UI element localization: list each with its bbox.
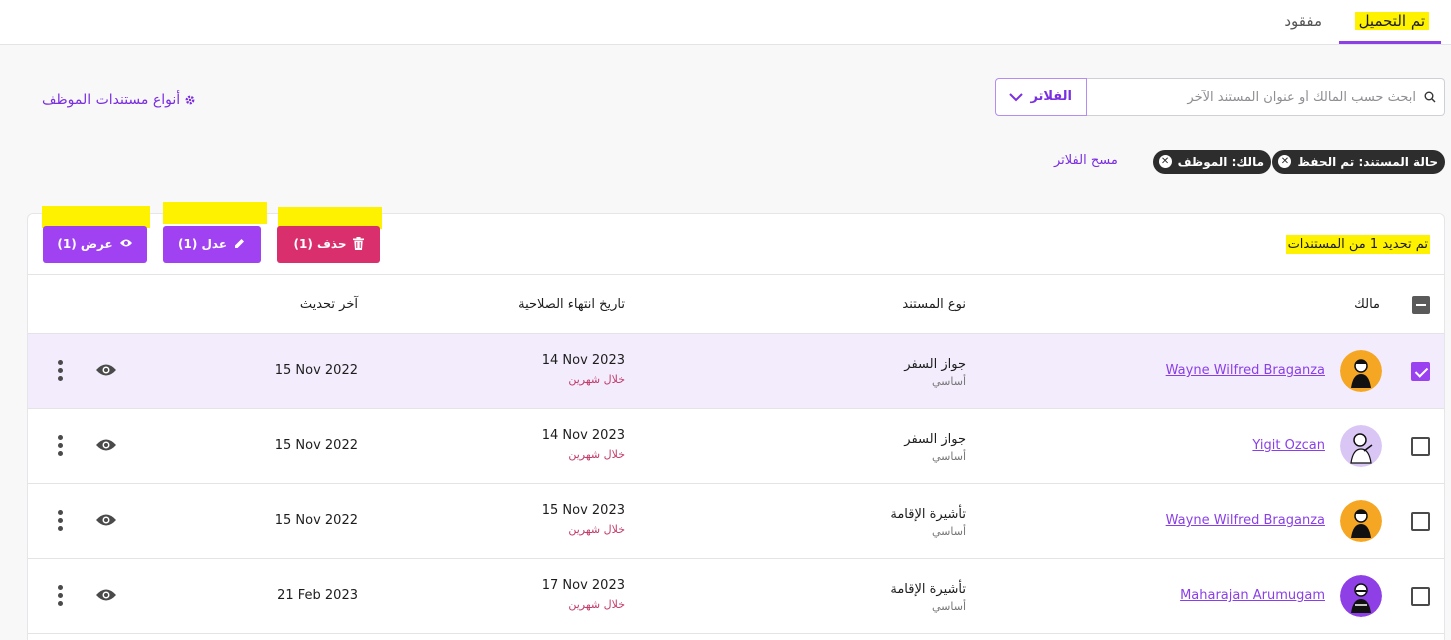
header-updated: آخر تحديث xyxy=(299,297,358,312)
edit-button[interactable]: عدل (1) xyxy=(163,226,261,263)
highlight-mark xyxy=(163,202,267,224)
last-updated: 15 Nov 2022 xyxy=(274,438,358,453)
table-row[interactable]: Wayne Wilfred Braganza جواز السفر أساسي 1… xyxy=(28,334,1444,409)
owner-link[interactable]: Maharajan Arumugam xyxy=(1180,588,1325,603)
eye-icon xyxy=(119,239,132,247)
expiry-cell: 14 Nov 2023 خلال شهرين xyxy=(542,428,625,461)
gear-icon xyxy=(185,95,195,105)
row-checkbox[interactable] xyxy=(1411,587,1430,606)
view-button[interactable]: عرض (1) xyxy=(43,226,147,263)
row-checkbox[interactable] xyxy=(1411,362,1430,381)
avatar-illustration xyxy=(1340,425,1382,467)
chevron-down-icon xyxy=(1009,93,1023,102)
delete-button[interactable]: حذف (1) xyxy=(277,226,380,263)
chip-owner-label: مالك: الموظف xyxy=(1177,155,1264,169)
employee-doc-types-link[interactable]: أنواع مستندات الموظف xyxy=(42,92,196,108)
filters-dropdown[interactable]: الفلاتر xyxy=(995,78,1087,116)
expiry-cell: 14 Nov 2023 خلال شهرين xyxy=(542,353,625,386)
table-row[interactable]: Maharajan Arumugam تأشيرة الإقامة أساسي 1… xyxy=(28,559,1444,634)
tab-uploaded[interactable]: تم التحميل xyxy=(1354,10,1429,32)
avatar xyxy=(1340,575,1382,617)
close-icon[interactable]: ✕ xyxy=(1278,155,1292,168)
header-owner: مالك xyxy=(1354,297,1380,312)
row-checkbox[interactable] xyxy=(1411,512,1430,531)
expiry-cell: 17 Nov 2023 خلال شهرين xyxy=(542,578,625,611)
expiry-note: خلال شهرين xyxy=(568,373,625,386)
expiry-note: خلال شهرين xyxy=(568,448,625,461)
doc-type-cell: جواز السفر أساسي xyxy=(904,432,966,463)
tab-missing[interactable]: مفقود xyxy=(1284,10,1322,32)
owner-link[interactable]: Wayne Wilfred Braganza xyxy=(1166,513,1325,528)
search-box xyxy=(1086,78,1445,116)
last-updated: 15 Nov 2022 xyxy=(274,363,358,378)
expiry-date: 14 Nov 2023 xyxy=(541,428,625,443)
delete-button-label: حذف (1) xyxy=(293,237,347,251)
active-tab-indicator xyxy=(1339,41,1441,44)
eye-icon[interactable] xyxy=(95,362,117,378)
view-button-label: عرض (1) xyxy=(57,237,113,251)
expiry-note: خلال شهرين xyxy=(568,523,625,536)
more-options-icon[interactable] xyxy=(58,510,64,532)
selected-count-text: تم تحديد 1 من المستندات xyxy=(1285,235,1430,254)
search-input[interactable] xyxy=(1096,79,1416,115)
search-icon xyxy=(1424,91,1436,103)
edit-button-label: عدل (1) xyxy=(177,237,228,251)
pencil-icon xyxy=(235,238,245,248)
doc-subtype: أساسي xyxy=(931,450,966,463)
clear-filters-link[interactable]: مسح الفلاتر xyxy=(1054,153,1118,168)
owner-link[interactable]: Wayne Wilfred Braganza xyxy=(1166,363,1325,378)
more-options-icon[interactable] xyxy=(58,360,64,382)
highlight-mark xyxy=(42,206,150,228)
doc-type-cell: تأشيرة الإقامة أساسي xyxy=(890,507,966,538)
last-updated: 21 Feb 2023 xyxy=(277,588,358,603)
trash-icon xyxy=(352,236,364,250)
avatar xyxy=(1340,425,1382,467)
tabs-bar: تم التحميل مفقود xyxy=(0,0,1451,45)
expiry-date: 15 Nov 2023 xyxy=(541,503,625,518)
expiry-note: خلال شهرين xyxy=(568,598,625,611)
doc-types-label: أنواع مستندات الموظف xyxy=(42,92,181,108)
row-checkbox[interactable] xyxy=(1411,437,1430,456)
owner-link[interactable]: Yigit Ozcan xyxy=(1252,438,1325,453)
avatar-illustration xyxy=(1340,350,1382,392)
documents-card: عرض (1) عدل (1) حذف (1) تم تحديد 1 من ال… xyxy=(27,202,1445,640)
header-doc-type: نوع المستند xyxy=(902,297,966,312)
doc-type: جواز السفر xyxy=(904,357,966,372)
filter-chip-status: حالة المستند: تم الحفظ ✕ xyxy=(1272,150,1445,174)
expiry-date: 14 Nov 2023 xyxy=(541,353,625,368)
doc-type-cell: جواز السفر أساسي xyxy=(904,357,966,388)
eye-icon[interactable] xyxy=(95,512,117,528)
table-header: مالك نوع المستند تاريخ انتهاء الصلاحية آ… xyxy=(28,275,1444,334)
doc-subtype: أساسي xyxy=(931,375,966,388)
doc-type: جواز السفر xyxy=(904,432,966,447)
chip-status-label: حالة المستند: تم الحفظ xyxy=(1297,155,1438,169)
last-updated: 15 Nov 2022 xyxy=(274,513,358,528)
avatar-illustration xyxy=(1340,500,1382,542)
table-row[interactable]: Yigit Ozcan جواز السفر أساسي 14 Nov 2023 خ… xyxy=(28,409,1444,484)
doc-type-cell: تأشيرة الإقامة أساسي xyxy=(890,582,966,613)
close-icon[interactable]: ✕ xyxy=(1158,155,1172,168)
avatar xyxy=(1340,500,1382,542)
expiry-cell: 15 Nov 2023 خلال شهرين xyxy=(542,503,625,536)
header-expiry: تاريخ انتهاء الصلاحية xyxy=(518,297,625,312)
avatar-illustration xyxy=(1340,575,1382,617)
doc-subtype: أساسي xyxy=(931,525,966,538)
tab-uploaded-label: تم التحميل xyxy=(1354,12,1429,30)
avatar xyxy=(1340,350,1382,392)
eye-icon[interactable] xyxy=(95,587,117,603)
more-options-icon[interactable] xyxy=(58,435,64,457)
expiry-date: 17 Nov 2023 xyxy=(541,578,625,593)
doc-type: تأشيرة الإقامة xyxy=(890,582,966,597)
filter-chip-owner: مالك: الموظف ✕ xyxy=(1152,150,1271,174)
eye-icon[interactable] xyxy=(95,437,117,453)
more-options-icon[interactable] xyxy=(58,585,64,607)
select-all-checkbox[interactable] xyxy=(1412,296,1430,314)
doc-type: تأشيرة الإقامة xyxy=(890,507,966,522)
filters-label: الفلاتر xyxy=(1030,89,1072,104)
doc-subtype: أساسي xyxy=(931,600,966,613)
table-row[interactable]: Wayne Wilfred Braganza تأشيرة الإقامة أسا… xyxy=(28,484,1444,559)
selected-count: تم تحديد 1 من المستندات xyxy=(1285,235,1430,254)
